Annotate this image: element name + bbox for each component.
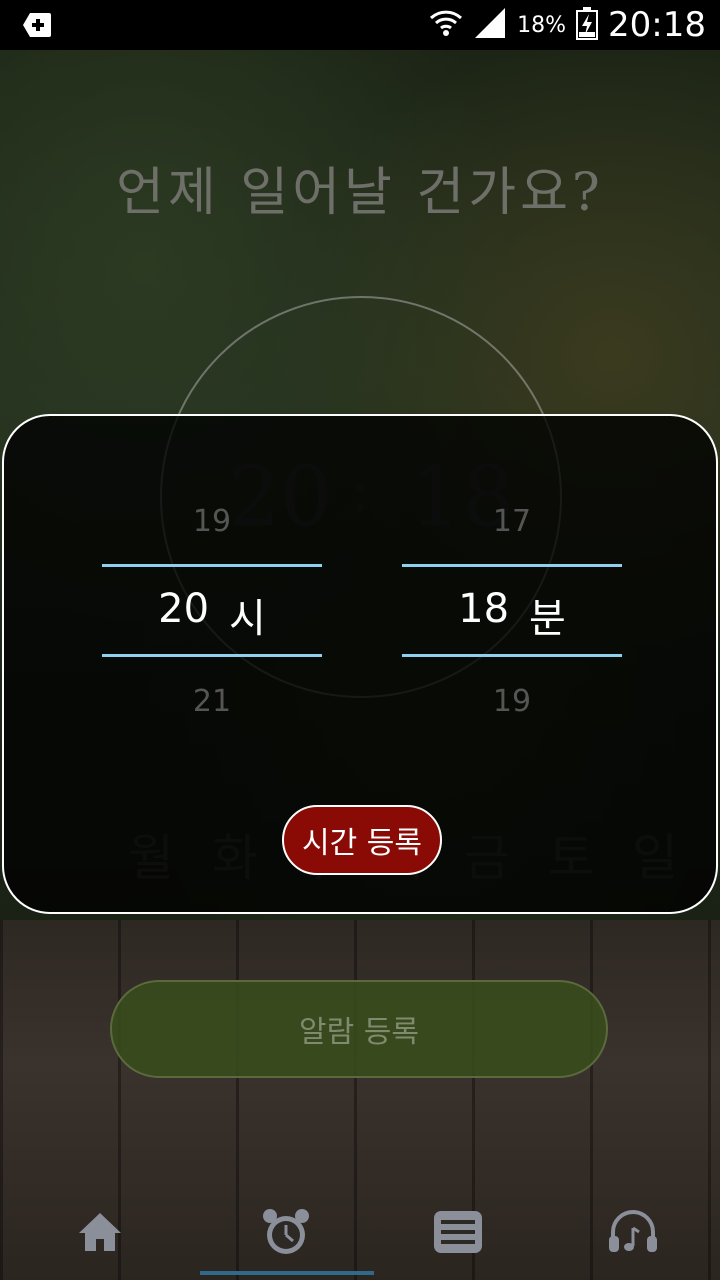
headphones-music-icon[interactable]: [603, 1202, 663, 1262]
minute-prev[interactable]: 17: [402, 504, 622, 539]
picker-divider: [402, 564, 622, 567]
hour-selected[interactable]: 20 시: [102, 586, 322, 644]
time-picker-dialog: 19 20 시 21 17 18 분 19 시간 등록: [2, 414, 718, 914]
minute-next[interactable]: 19: [402, 684, 622, 719]
wifi-icon: [429, 6, 463, 44]
home-icon[interactable]: [70, 1202, 130, 1262]
minute-selected[interactable]: 18 분: [402, 586, 622, 644]
minute-unit: 분: [529, 596, 566, 642]
battery-charging-icon: [576, 6, 599, 44]
picker-divider: [102, 564, 322, 567]
picker-divider: [102, 654, 322, 657]
status-bar: 18% 20:18: [0, 0, 720, 50]
hour-prev[interactable]: 19: [102, 504, 322, 539]
nav-active-indicator: [200, 1271, 374, 1275]
status-time: 20:18: [608, 5, 706, 45]
alarm-register-button[interactable]: 알람 등록: [110, 980, 608, 1078]
hour-unit: 시: [229, 596, 266, 642]
signal-icon: [473, 6, 507, 44]
hour-next[interactable]: 21: [102, 684, 322, 719]
bottom-nav: [0, 1190, 720, 1280]
hour-value: 20: [158, 586, 210, 632]
minute-value: 18: [458, 586, 510, 632]
list-icon[interactable]: [428, 1202, 488, 1262]
register-time-button[interactable]: 시간 등록: [282, 805, 442, 875]
wake-question-title: 언제 일어날 건가요?: [116, 163, 604, 223]
alarm-clock-icon[interactable]: [256, 1202, 316, 1262]
picker-divider: [402, 654, 622, 657]
add-box-icon: [22, 12, 52, 38]
battery-percent: 18%: [517, 12, 567, 38]
